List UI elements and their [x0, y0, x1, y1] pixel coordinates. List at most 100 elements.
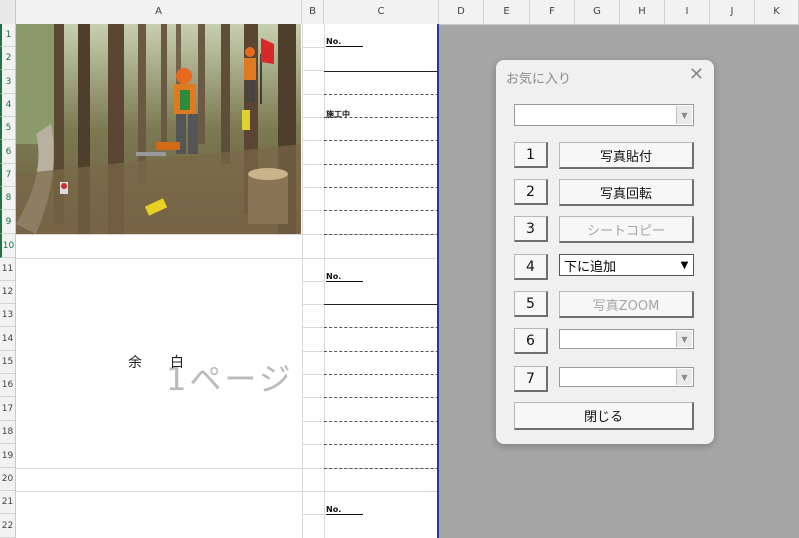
favorites-combo[interactable]: ▼ — [514, 104, 694, 126]
col-header-j[interactable]: J — [710, 0, 755, 24]
row-header-4[interactable]: 4 — [0, 94, 15, 117]
row-header-1[interactable]: 1 — [0, 24, 15, 47]
gridline-b — [302, 514, 324, 515]
forestry-photo-image — [16, 24, 301, 234]
gridline-b — [302, 304, 324, 305]
gridline-b — [302, 47, 324, 48]
worksheet-grid[interactable]: No. 施工中 No. No. 1ページ 余白 — [16, 24, 438, 538]
col-header-b[interactable]: B — [302, 0, 324, 24]
no-label-2-text: No. — [326, 272, 364, 282]
row-header-10[interactable]: 10 — [0, 234, 15, 258]
add-below-value: 下に追加 — [564, 259, 617, 275]
no-label-1: No. — [326, 37, 364, 47]
row-header-15[interactable]: 15 — [0, 351, 15, 374]
num-button-7[interactable]: 7 — [514, 366, 548, 392]
col-header-a[interactable]: A — [16, 0, 302, 24]
row-header-22[interactable]: 22 — [0, 514, 15, 538]
page-break-line — [437, 24, 439, 538]
blank-area-label: 余白 — [128, 355, 212, 371]
gridline-b — [302, 421, 324, 422]
line-dotted — [324, 210, 438, 211]
row-header-18[interactable]: 18 — [0, 421, 15, 444]
line-dotted — [324, 351, 438, 352]
row-header-bar: 1 2 3 4 5 6 7 8 9 10 11 12 13 14 15 16 1… — [0, 24, 16, 538]
slot-6-combo[interactable]: ▼ — [559, 329, 694, 349]
favorites-dialog: お気に入り ✕ ▼ 1 写真貼付 2 写真回転 3 シートコピー 4 下に追加 … — [496, 60, 714, 444]
forestry-photo[interactable] — [16, 24, 301, 234]
col-header-i[interactable]: I — [665, 0, 710, 24]
col-header-g[interactable]: G — [575, 0, 620, 24]
chevron-down-icon[interactable]: ▼ — [676, 106, 692, 124]
chevron-down-icon[interactable]: ▼ — [676, 369, 692, 385]
row-header-9[interactable]: 9 — [0, 210, 15, 234]
koshu-label: 施工中 — [326, 110, 350, 119]
row-header-14[interactable]: 14 — [0, 327, 15, 351]
rotate-photo-button[interactable]: 写真回転 — [559, 179, 694, 206]
row-header-16[interactable]: 16 — [0, 374, 15, 397]
select-all-corner[interactable] — [0, 0, 16, 24]
row-header-5[interactable]: 5 — [0, 117, 15, 140]
gridline-b — [302, 281, 324, 282]
row-header-19[interactable]: 19 — [0, 444, 15, 468]
no-label-1-text: No. — [326, 37, 364, 47]
close-icon[interactable]: ✕ — [689, 64, 704, 85]
gridline-b — [302, 374, 324, 375]
row-header-12[interactable]: 12 — [0, 281, 15, 304]
gridline-b — [302, 444, 324, 445]
gridline-b — [302, 117, 324, 118]
gridline-b — [302, 94, 324, 95]
line-dotted — [324, 187, 438, 188]
line-dotted — [324, 117, 438, 118]
gridline-row11 — [16, 258, 438, 259]
slot-7-combo[interactable]: ▼ — [559, 367, 694, 387]
chevron-down-icon[interactable]: ▼ — [676, 331, 692, 347]
gridline-bc — [324, 24, 325, 538]
gridline-row21 — [16, 491, 438, 492]
num-button-3[interactable]: 3 — [514, 216, 548, 242]
line-dotted — [324, 327, 438, 328]
line-dotted — [324, 164, 438, 165]
dialog-title: お気に入り — [506, 72, 572, 87]
row-header-3[interactable]: 3 — [0, 70, 15, 94]
row-header-2[interactable]: 2 — [0, 47, 15, 70]
line-dotted — [324, 444, 438, 445]
col-header-d[interactable]: D — [439, 0, 484, 24]
gridline-b — [302, 397, 324, 398]
num-button-2[interactable]: 2 — [514, 179, 548, 205]
paste-photo-button[interactable]: 写真貼付 — [559, 142, 694, 169]
add-below-dropdown[interactable]: 下に追加 ▼ — [559, 254, 694, 276]
gridline-b — [302, 327, 324, 328]
gridline-b — [302, 187, 324, 188]
col-header-h[interactable]: H — [620, 0, 665, 24]
num-button-1[interactable]: 1 — [514, 142, 548, 168]
row-header-8[interactable]: 8 — [0, 187, 15, 210]
num-button-5[interactable]: 5 — [514, 291, 548, 317]
photo-zoom-button[interactable]: 写真ZOOM — [559, 291, 694, 318]
row-header-6[interactable]: 6 — [0, 140, 15, 164]
col-header-e[interactable]: E — [484, 0, 530, 24]
sheet-copy-button[interactable]: シートコピー — [559, 216, 694, 243]
no-label-3: No. — [326, 505, 364, 515]
gridline-b — [302, 140, 324, 141]
num-button-4[interactable]: 4 — [514, 254, 548, 280]
gridline-b — [302, 351, 324, 352]
row-header-11[interactable]: 11 — [0, 258, 15, 281]
line-dotted — [324, 374, 438, 375]
col-header-k[interactable]: K — [755, 0, 799, 24]
row-header-7[interactable]: 7 — [0, 164, 15, 187]
row-header-21[interactable]: 21 — [0, 491, 15, 514]
line-solid-1 — [324, 71, 438, 72]
close-button[interactable]: 閉じる — [514, 402, 694, 430]
row-header-20[interactable]: 20 — [0, 468, 15, 491]
row-header-17[interactable]: 17 — [0, 397, 15, 421]
chevron-down-icon[interactable]: ▼ — [677, 256, 692, 274]
col-header-f[interactable]: F — [530, 0, 575, 24]
line-dotted — [324, 421, 438, 422]
column-header-bar: A B C D E F G H I J K — [0, 0, 799, 25]
num-button-6[interactable]: 6 — [514, 328, 548, 354]
line-solid-2 — [324, 304, 438, 305]
col-header-c[interactable]: C — [324, 0, 439, 24]
line-dotted — [324, 397, 438, 398]
row-header-13[interactable]: 13 — [0, 304, 15, 327]
no-label-2: No. — [326, 272, 364, 282]
